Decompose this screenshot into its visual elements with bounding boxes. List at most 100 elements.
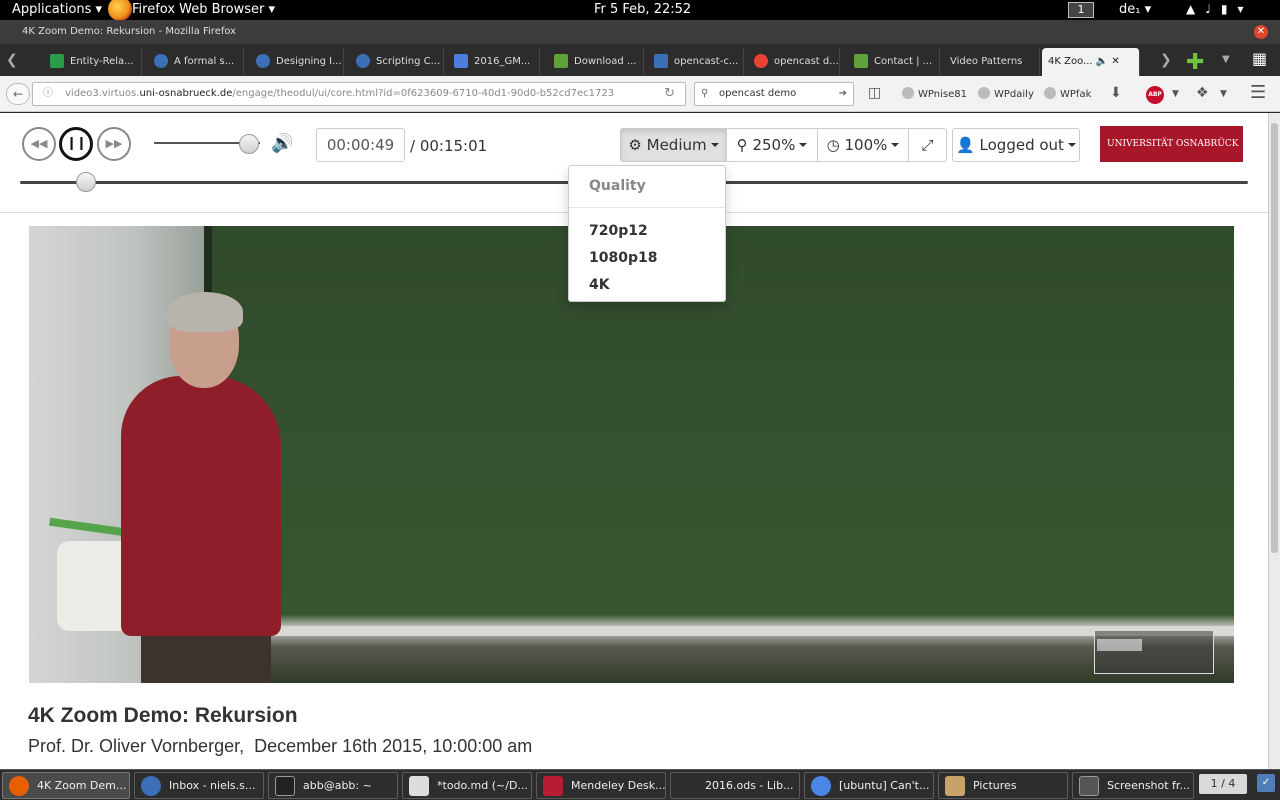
pocket-icon[interactable]: ◫: [868, 85, 881, 101]
tab[interactable]: Designing I...: [250, 48, 344, 76]
url-bar[interactable]: ⓘ video3.virtuos.uni-osnabrueck.de/engag…: [32, 82, 686, 106]
tab-audio-icon[interactable]: 🔈: [1096, 56, 1108, 67]
quality-option[interactable]: 4K: [589, 277, 610, 293]
total-time: / 00:15:01: [410, 137, 488, 155]
scrollbar-thumb[interactable]: [1271, 123, 1278, 553]
tab[interactable]: A formal s...: [148, 48, 244, 76]
tab-list-icon[interactable]: ▼: [1222, 54, 1230, 65]
tab[interactable]: Scripting C...: [350, 48, 444, 76]
zoom-icon: ⚲: [736, 136, 748, 154]
adblock-icon[interactable]: ABP: [1146, 86, 1164, 104]
bookmark-item[interactable]: WPfak: [1044, 87, 1091, 100]
fullscreen-button[interactable]: ⤢: [908, 128, 947, 162]
quality-button[interactable]: ⚙ Medium: [620, 128, 727, 162]
wifi-icon: ▲: [1186, 2, 1206, 16]
battery-icon: ▮: [1220, 2, 1238, 16]
forward-button[interactable]: ▶▶: [97, 127, 131, 161]
volume-handle[interactable]: [239, 134, 260, 154]
video-title: 4K Zoom Demo: Rekursion: [28, 704, 298, 727]
site-info-icon[interactable]: ⓘ: [43, 83, 53, 105]
new-tab-icon[interactable]: ✚: [1186, 50, 1204, 75]
notification-icon[interactable]: ✓: [1257, 774, 1275, 792]
tab-favicon-icon: [654, 54, 668, 68]
tab-favicon-icon: [854, 54, 868, 68]
reload-icon[interactable]: ↻: [664, 83, 675, 105]
mail-icon: [141, 776, 161, 796]
caret-down-icon: [710, 143, 719, 147]
search-go-icon[interactable]: ➜: [839, 83, 847, 105]
window-titlebar: 4K Zoom Demo: Rekursion - Mozilla Firefo…: [0, 20, 1280, 44]
fullscreen-icon: ⤢: [921, 136, 934, 154]
quality-option[interactable]: 720p12: [589, 223, 648, 239]
caret-down-icon: [891, 143, 900, 147]
workspace-pager[interactable]: 1 / 4: [1199, 774, 1247, 794]
zoom-viewport[interactable]: [1097, 639, 1142, 651]
window-close-button[interactable]: ✕: [1254, 25, 1268, 39]
seek-handle[interactable]: [76, 172, 97, 192]
pause-button[interactable]: ❙❙: [59, 127, 93, 161]
tab-favicon-icon: [356, 54, 370, 68]
tab-favicon-icon: [50, 54, 64, 68]
zoom-minimap[interactable]: [1094, 630, 1214, 674]
taskbar-item[interactable]: 4K Zoom Dem...: [2, 772, 130, 799]
globe-icon: [978, 87, 990, 99]
university-logo: UNIVERSITÄT OSNABRÜCK: [1100, 126, 1243, 162]
workspace-indicator[interactable]: 1: [1068, 2, 1094, 18]
speed-button[interactable]: ◷ 100%: [817, 128, 909, 162]
tab-active[interactable]: 4K Zoo... 🔈 ✕: [1042, 48, 1140, 76]
keyboard-layout[interactable]: de₁ ▾: [1119, 2, 1151, 17]
extension-menu-icon[interactable]: ▼: [1220, 89, 1227, 99]
taskbar-item[interactable]: Screenshot fr...: [1072, 772, 1194, 799]
tab[interactable]: Video Patterns: [944, 48, 1040, 76]
app-menu[interactable]: Firefox Web Browser ▾: [132, 2, 275, 17]
tab[interactable]: Download ...: [548, 48, 644, 76]
tab[interactable]: opencast-c...: [648, 48, 744, 76]
globe-icon: [902, 87, 914, 99]
taskbar-item[interactable]: Mendeley Desk...: [536, 772, 666, 799]
tab[interactable]: Entity-Rela...: [44, 48, 142, 76]
firefox-icon: [108, 0, 132, 21]
rewind-button[interactable]: ◀◀: [22, 127, 56, 161]
grid-icon[interactable]: ▦: [1252, 49, 1267, 68]
dropdown-divider: [569, 207, 725, 208]
user-icon: 👤: [956, 136, 975, 154]
search-icon: ⚲: [701, 88, 709, 99]
text-editor-icon: [409, 776, 429, 796]
tab-close-icon[interactable]: ✕: [1111, 56, 1119, 67]
tab[interactable]: 2016_GM...: [448, 48, 540, 76]
screenshot-icon: [1079, 776, 1099, 796]
mendeley-icon: [543, 776, 563, 796]
applications-menu[interactable]: Applications ▾: [12, 2, 102, 17]
back-button[interactable]: ←: [6, 83, 30, 105]
abp-menu-icon[interactable]: ▼: [1172, 89, 1179, 99]
extension-icon[interactable]: ❖: [1196, 85, 1209, 101]
tab-favicon-icon: [554, 54, 568, 68]
hamburger-menu-icon[interactable]: ☰: [1250, 82, 1266, 103]
quality-option[interactable]: 1080p18: [589, 250, 657, 266]
login-button[interactable]: 👤 Logged out: [952, 128, 1080, 162]
taskbar-item[interactable]: [ubuntu] Can't...: [804, 772, 934, 799]
taskbar-item[interactable]: 2016.ods - Lib...: [670, 772, 800, 799]
tab-favicon-icon: [754, 54, 768, 68]
current-time-input[interactable]: 00:00:49: [316, 128, 405, 162]
tab-scroll-left-icon[interactable]: ❮: [6, 52, 18, 68]
bookmark-item[interactable]: WPnise81: [902, 87, 967, 100]
tab[interactable]: Contact | ...: [848, 48, 940, 76]
terminal-icon: [275, 776, 295, 796]
taskbar-item[interactable]: *todo.md (~/D...: [402, 772, 532, 799]
tab-scroll-right-icon[interactable]: ❯: [1160, 52, 1172, 68]
tab[interactable]: opencast d...: [748, 48, 840, 76]
page-scrollbar[interactable]: [1268, 113, 1280, 769]
quality-header: Quality: [589, 178, 646, 194]
video-subtitle: Prof. Dr. Oliver Vornberger, December 16…: [28, 736, 533, 756]
clock[interactable]: Fr 5 Feb, 22:52: [594, 2, 691, 17]
bookmark-item[interactable]: WPdaily: [978, 87, 1034, 100]
system-tray[interactable]: ▲♩▮▾: [1186, 2, 1254, 16]
taskbar-item[interactable]: Inbox - niels.s...: [134, 772, 264, 799]
volume-icon[interactable]: 🔊: [271, 133, 293, 154]
zoom-button[interactable]: ⚲ 250%: [726, 128, 818, 162]
downloads-icon[interactable]: ⬇: [1110, 85, 1122, 101]
taskbar-item[interactable]: Pictures: [938, 772, 1068, 799]
taskbar-item[interactable]: abb@abb: ~: [268, 772, 398, 799]
search-input[interactable]: ⚲ opencast demo ➜: [694, 82, 854, 106]
